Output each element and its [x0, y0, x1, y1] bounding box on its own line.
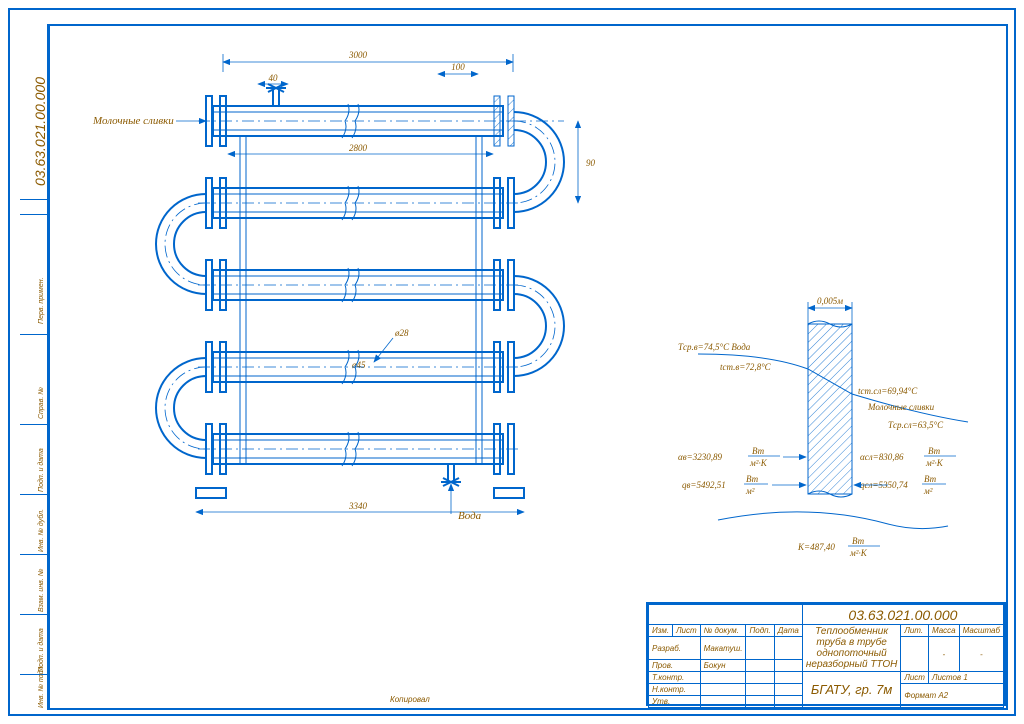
- left-margin-strip: Перв. примен. Справ. № Подп. и дата Инв.…: [20, 24, 48, 710]
- tb-lit: Лит.: [901, 625, 929, 637]
- tb-org: БГАТУ, гр. 7м: [802, 672, 901, 708]
- dim-40: 40: [269, 73, 279, 83]
- tb-list: Лист: [673, 625, 701, 637]
- lm-t7: Инв. № подл.: [38, 665, 45, 708]
- water-word: Вода: [731, 342, 750, 352]
- tb-prov-n: Бокун: [700, 660, 746, 672]
- svg-text:αв=3230,89: αв=3230,89: [678, 452, 722, 462]
- dim-2800: 2800: [349, 143, 368, 153]
- tb-mass: Масса: [928, 625, 959, 637]
- tb-prov: Пров.: [649, 660, 701, 672]
- tb-format: Формат A2: [901, 684, 1004, 708]
- drawing-sheet: 03.63.021.00.000 Перв. примен. Справ. № …: [8, 8, 1016, 716]
- cream-word2: Молочные сливки: [867, 402, 935, 412]
- tb-number: 03.63.021.00.000: [802, 605, 1003, 625]
- alpha-v-unit-top: Вт: [752, 446, 765, 456]
- tb-izm: Изм.: [649, 625, 673, 637]
- dim-100: 100: [451, 62, 465, 72]
- tb-scale: Масштаб: [959, 625, 1003, 637]
- svg-text:Вт: Вт: [852, 536, 865, 546]
- lm-t3: Подп. и дата: [38, 448, 45, 492]
- tb-date: Дата: [774, 625, 802, 637]
- svg-text:Вт: Вт: [746, 474, 759, 484]
- dim-3000: 3000: [348, 50, 368, 60]
- dim-90: 90: [586, 158, 596, 168]
- lm-t4: Инв. № дубл.: [38, 509, 45, 552]
- svg-text:Вт: Вт: [924, 474, 937, 484]
- tb-razrab: Разраб.: [649, 637, 701, 660]
- tb-tkontr: Т.контр.: [649, 672, 701, 684]
- alpha-v: αв=3230,89: [678, 452, 722, 462]
- svg-text:qв=5492,51: qв=5492,51: [682, 480, 726, 490]
- tb-sign: Подп.: [746, 625, 774, 637]
- tb-name2: однопоточный неразборный ТТОН: [806, 648, 897, 670]
- svg-text:Вт: Вт: [928, 446, 941, 456]
- dim-dia45: ø45: [351, 360, 366, 370]
- lm-t5: Взам. инв. №: [38, 569, 45, 612]
- dim-wall-thk: 0,005м: [817, 296, 843, 306]
- t-st-v: tст.в=72,8°C: [720, 362, 772, 372]
- tb-doc: № докум.: [700, 625, 746, 637]
- t-sr-v: Tср.в=74,5°C: [678, 342, 730, 352]
- lm-t2: Справ. №: [38, 387, 45, 419]
- lm-t1: Перв. примен.: [38, 277, 45, 324]
- tb-name1: Теплообменник труба в трубе: [815, 626, 888, 648]
- copy-label: Копировал: [390, 695, 430, 704]
- alpha-sl: αсл=830,86: [860, 452, 904, 462]
- svg-text:м²·K: м²·K: [749, 458, 768, 468]
- tb-sheets: Листов 1: [928, 672, 1003, 684]
- t-st-sl: tст.сл=69,94°C: [858, 386, 918, 396]
- tb-sheet: Лист: [901, 672, 929, 684]
- svg-text:м²·K: м²·K: [849, 548, 868, 558]
- title-block: 03.63.021.00.000 Изм. Лист № докум. Подп…: [646, 602, 1006, 706]
- tb-razrab-n: Макатуш.: [700, 637, 746, 660]
- svg-text:м²·K: м²·K: [925, 458, 944, 468]
- label-cream-inlet: Молочные сливки: [92, 115, 174, 127]
- dim-3340: 3340: [348, 501, 368, 511]
- thermal-diagram: 0,005м Tср.в=74,5°C Вода tст.в=72,8°C tс…: [678, 296, 968, 558]
- svg-text:αсл=830,86: αсл=830,86: [860, 452, 904, 462]
- label-water-inlet: Вода: [458, 510, 482, 522]
- svg-text:м²: м²: [745, 486, 755, 496]
- svg-text:K=487,40: K=487,40: [797, 542, 835, 552]
- t-sr-sl: Tср.сл=63,5°C: [888, 420, 944, 430]
- svg-text:Tср.в=74,5°C Вода: Tср.в=74,5°C Вода: [678, 342, 751, 352]
- dim-dia28: ø28: [394, 328, 409, 338]
- tb-utv: Утв.: [649, 696, 701, 708]
- q-v: qв=5492,51: [682, 480, 726, 490]
- svg-text:м²: м²: [923, 486, 933, 496]
- k-coef: K=487,40: [797, 542, 835, 552]
- tb-nkontr: Н.контр.: [649, 684, 701, 696]
- heat-exchanger-assembly: 3000 100 40: [92, 50, 596, 522]
